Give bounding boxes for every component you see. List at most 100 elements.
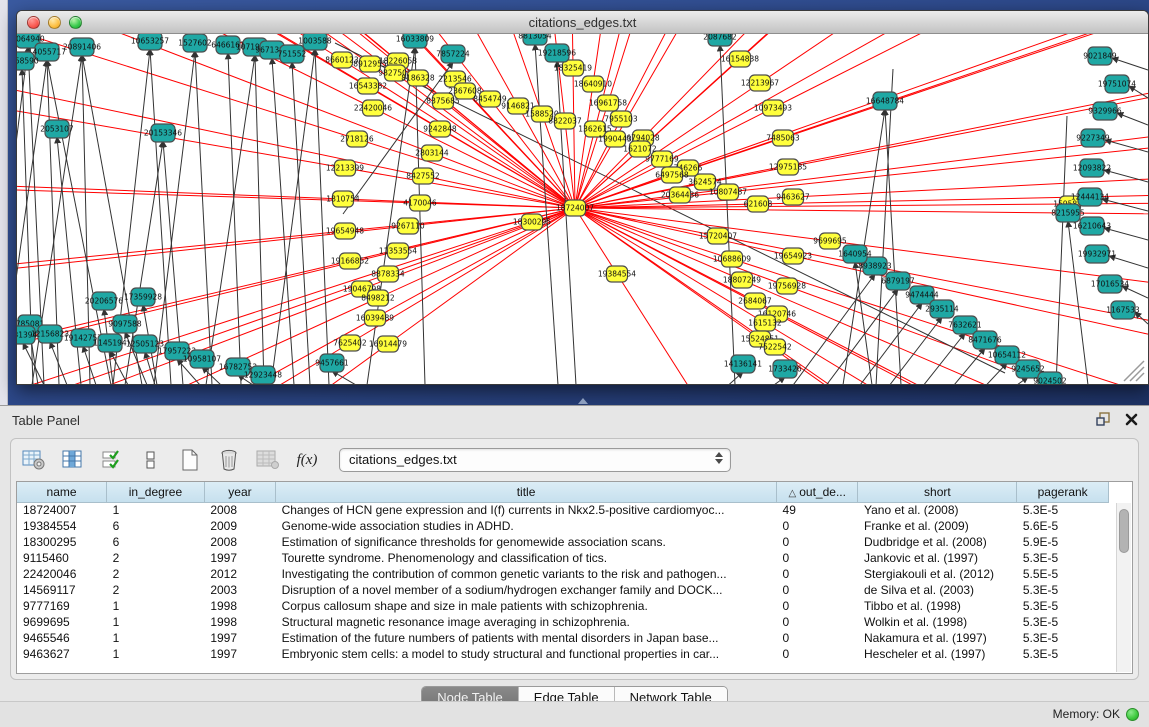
graph-node[interactable]: 9021849: [1083, 47, 1117, 65]
graph-node[interactable]: 16543382: [349, 78, 387, 94]
table-row[interactable]: 2242004622012Investigating the contribut…: [17, 566, 1109, 582]
graph-node[interactable]: 22420046: [354, 100, 392, 116]
graph-node[interactable]: 19218596: [538, 44, 576, 62]
graph-node[interactable]: 1640954: [838, 245, 872, 263]
graph-node[interactable]: 10688609: [713, 251, 751, 267]
svg-text:16154838: 16154838: [721, 55, 759, 64]
graph-node[interactable]: 1145194: [93, 334, 127, 352]
graph-node[interactable]: 2935114: [925, 300, 959, 318]
graph-node[interactable]: 19384554: [598, 266, 636, 282]
row-options-icon[interactable]: [138, 447, 164, 473]
graph-node[interactable]: 10653257: [131, 34, 169, 50]
graph-node[interactable]: 8427552: [406, 168, 440, 184]
graph-node[interactable]: 1733426: [768, 360, 802, 378]
graph-node[interactable]: 19756928: [768, 278, 806, 294]
column-header-in_degree[interactable]: in_degree: [107, 482, 205, 502]
table-row[interactable]: 1830029562008Estimation of significance …: [17, 534, 1109, 550]
graph-node[interactable]: 1003588: [298, 34, 332, 50]
graph-node[interactable]: 19751074: [1098, 75, 1136, 93]
graph-node[interactable]: 7857224: [436, 45, 470, 63]
graph-node[interactable]: 19654948: [326, 223, 364, 239]
graph-node[interactable]: 2718126: [340, 131, 374, 147]
graph-node[interactable]: 16154838: [721, 51, 759, 67]
graph-node[interactable]: 9329966: [1088, 102, 1122, 120]
graph-node[interactable]: 8471676: [968, 331, 1002, 349]
table-row[interactable]: 1456911722003Disruption of a novel membe…: [17, 582, 1109, 598]
table-row[interactable]: 969969511998Structural magnetic resonanc…: [17, 614, 1109, 630]
function-builder-icon[interactable]: f(x): [294, 447, 320, 473]
column-header-year[interactable]: year: [204, 482, 275, 502]
column-header-name[interactable]: name: [17, 482, 107, 502]
graph-node[interactable]: 1167533: [1106, 301, 1140, 319]
float-window-icon[interactable]: [1095, 411, 1112, 428]
table-selector-dropdown[interactable]: citations_edges.txt: [339, 448, 731, 472]
graph-node[interactable]: 12093822: [1073, 159, 1111, 177]
graph-node[interactable]: 2053107: [40, 120, 74, 138]
table-row[interactable]: 911546021997Tourette syndrome. Phenomeno…: [17, 550, 1109, 566]
graph-node[interactable]: 16961758: [589, 95, 627, 111]
graph-node[interactable]: 12213967: [741, 75, 779, 91]
panel-splitter-handle[interactable]: [578, 398, 588, 404]
table-cell: 1997: [204, 550, 275, 566]
graph-node[interactable]: 9227349: [1076, 129, 1110, 147]
table-row[interactable]: 946554611997Estimation of the future num…: [17, 630, 1109, 646]
graph-node[interactable]: 11353554: [379, 243, 417, 259]
import-table-icon[interactable]: [255, 447, 281, 473]
graph-node[interactable]: 18640910: [574, 76, 612, 92]
graph-node[interactable]: 17359928: [124, 288, 162, 306]
graph-node[interactable]: 9024502: [1033, 372, 1067, 385]
graph-node[interactable]: 9457661: [315, 354, 349, 372]
graph-node[interactable]: 8813054: [518, 34, 552, 45]
graph-node[interactable]: 7485063: [766, 130, 800, 146]
column-header-pagerank[interactable]: pagerank: [1017, 482, 1109, 502]
table-row[interactable]: 977716911998Corpus callosum shape and si…: [17, 598, 1109, 614]
graph-node[interactable]: 12975185: [769, 159, 807, 175]
network-canvas[interactable]: 1830029592671101135355419654948191668528…: [17, 34, 1148, 384]
graph-node[interactable]: 7625402: [333, 335, 367, 351]
graph-node[interactable]: 1527602: [178, 34, 212, 52]
window-resize-grip[interactable]: [1124, 361, 1144, 381]
network-view-window[interactable]: citations_edges.txt 18300295926711011353…: [16, 10, 1149, 385]
table-row[interactable]: 1872400712008Changes of HCN gene express…: [17, 502, 1109, 518]
graph-node[interactable]: 751552: [278, 45, 307, 63]
graph-node[interactable]: 20206576: [85, 292, 123, 310]
close-icon[interactable]: [1124, 412, 1139, 427]
column-header-title[interactable]: title: [276, 482, 777, 502]
graph-node[interactable]: 9097588: [108, 315, 142, 333]
graph-node[interactable]: 10973493: [754, 100, 792, 116]
delete-column-icon[interactable]: [216, 447, 242, 473]
memory-ok-icon[interactable]: [1126, 708, 1139, 721]
create-column-icon[interactable]: [177, 447, 203, 473]
graph-node[interactable]: 8215955: [1051, 204, 1085, 222]
graph-node[interactable]: 15720407: [699, 228, 737, 244]
graph-node[interactable]: 19166852: [331, 253, 369, 269]
table-scrollbar-thumb[interactable]: [1119, 509, 1129, 553]
graph-node[interactable]: 16914479: [369, 336, 407, 352]
table-mode-icon[interactable]: [21, 447, 47, 473]
graph-node[interactable]: 14136141: [724, 355, 762, 373]
graph-node[interactable]: 2087682: [703, 34, 737, 46]
column-header-out_de[interactable]: △out_de...: [777, 482, 858, 502]
graph-node[interactable]: 1810754: [326, 191, 360, 207]
network-window-titlebar[interactable]: citations_edges.txt: [17, 11, 1148, 34]
graph-node[interactable]: 20891406: [63, 38, 101, 56]
svg-text:1640954: 1640954: [838, 250, 872, 259]
table-row[interactable]: 1938455462009Genome-wide association stu…: [17, 518, 1109, 534]
graph-node[interactable]: 6879197: [881, 272, 915, 290]
table-cell: 1: [107, 646, 205, 662]
graph-node[interactable]: 9699695: [813, 233, 847, 249]
graph-node[interactable]: 19932971: [1078, 245, 1116, 263]
graph-node[interactable]: 9242848: [423, 121, 457, 137]
graph-node[interactable]: 8878334: [371, 266, 405, 282]
graph-node[interactable]: 20153346: [144, 124, 182, 142]
graph-node[interactable]: 621608: [744, 196, 773, 212]
graph-node[interactable]: 16039489: [356, 310, 394, 326]
graph-node[interactable]: 17016534: [1091, 275, 1129, 293]
graph-node[interactable]: 4170046: [403, 195, 437, 211]
table-row[interactable]: 946362711997Embryonic stem cells: a mode…: [17, 646, 1109, 662]
column-header-short[interactable]: short: [858, 482, 1017, 502]
show-columns-icon[interactable]: [60, 447, 86, 473]
select-all-icon[interactable]: [99, 447, 125, 473]
table-scrollbar[interactable]: [1116, 503, 1131, 672]
graph-node[interactable]: 16033809: [396, 34, 434, 48]
